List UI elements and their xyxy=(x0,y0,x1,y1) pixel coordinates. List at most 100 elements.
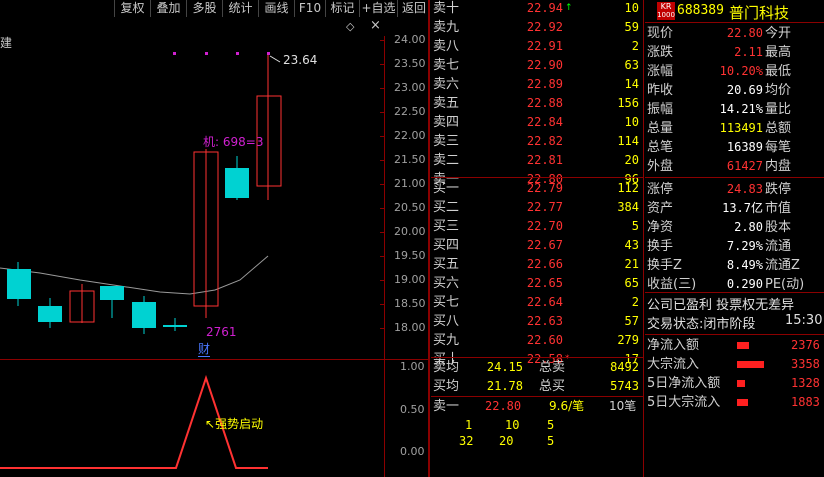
quote-info-row: 总量 113491 总额 xyxy=(645,119,824,138)
kline-candle xyxy=(38,306,62,322)
level-volume: 57 xyxy=(624,314,639,328)
price-tick-label: 19.50 xyxy=(394,249,426,262)
level-price: 22.81 xyxy=(526,153,563,167)
order-book-row[interactable]: 卖八 22.91 2 xyxy=(431,37,644,56)
kline-candle xyxy=(7,269,31,299)
info-value: 2.11 xyxy=(734,45,763,59)
order-book-row[interactable]: 卖三 22.82 114 xyxy=(431,132,644,151)
tick-count: 32 xyxy=(459,434,474,448)
level-volume: 2 xyxy=(631,39,639,53)
level-volume: 156 xyxy=(617,96,639,110)
indicator-svg xyxy=(0,374,268,469)
info-label: 昨收 xyxy=(647,83,674,98)
order-summary-row: 卖均 24.15 总卖 8492 xyxy=(431,358,644,377)
level-volume: 59 xyxy=(624,20,639,34)
add-favorite-button[interactable]: +自选 xyxy=(359,0,397,17)
order-book-row[interactable]: 卖二 22.81 20 xyxy=(431,151,644,170)
stock-badge: KR 1000 xyxy=(657,2,675,20)
flow-label: 净流入额 xyxy=(647,338,700,353)
quote-info-row: 涨跌 2.11 最高 xyxy=(645,43,824,62)
flow-label: 5日净流入额 xyxy=(647,376,721,391)
level-price: 22.84 xyxy=(526,115,563,129)
quote-info-row: 换手Z 8.49% 流通Z xyxy=(645,256,824,275)
level-volume: 10 xyxy=(624,115,639,129)
order-book-row[interactable]: 卖四 22.84 10 xyxy=(431,113,644,132)
info-value: 20.69 xyxy=(726,83,763,97)
draw-line-button[interactable]: 画线 xyxy=(258,0,294,17)
info-label: 外盘 xyxy=(647,159,674,174)
price-tick-label: 23.00 xyxy=(394,81,426,94)
flow-bar xyxy=(737,342,749,349)
quote-info-row: 外盘 61427 内盘 xyxy=(645,157,824,176)
flow-label: 大宗流入 xyxy=(647,357,700,372)
order-book-row[interactable]: 买九 22.60 279 xyxy=(431,331,644,350)
level-label: 买六 xyxy=(433,276,460,291)
level-volume: 20 xyxy=(624,153,639,167)
flow-bar xyxy=(737,361,764,368)
level-volume: 14 xyxy=(624,77,639,91)
profit-note: 公司已盈利 投票权无差异 xyxy=(647,298,795,313)
statistics-button[interactable]: 统计 xyxy=(222,0,258,17)
order-book-row[interactable]: 买五 22.66 21 xyxy=(431,255,644,274)
indicator-tick-label: 0.50 xyxy=(400,403,425,416)
kline-chart-area: 建 ◇ × 24.00 23.50 23.00 22.50 22.00 21.50 21.0… xyxy=(0,0,430,477)
last-trade-label: 卖一 xyxy=(433,399,460,414)
price-tick-label: 23.50 xyxy=(394,57,426,70)
order-book-row[interactable]: 卖六 22.89 14 xyxy=(431,75,644,94)
order-book-row[interactable]: 卖五 22.88 156 xyxy=(431,94,644,113)
level-price: 22.94 xyxy=(526,1,563,15)
summary-label2: 总买 xyxy=(539,379,566,394)
flow-value: 2376 xyxy=(791,338,820,352)
quote-info-row: 换手 7.29% 流通 xyxy=(645,237,824,256)
order-book-row[interactable]: 买六 22.65 65 xyxy=(431,274,644,293)
tick-count: 5 xyxy=(547,434,555,448)
level-volume: 2 xyxy=(631,295,639,309)
back-button[interactable]: 返回 xyxy=(397,0,430,17)
quote-info-row: 现价 22.80 今开 xyxy=(645,24,824,43)
info-label-2: 今开 xyxy=(765,26,792,41)
price-tick-label: 21.50 xyxy=(394,153,426,166)
price-tick-label: 20.50 xyxy=(394,201,426,214)
order-book-row[interactable]: 卖七 22.90 63 xyxy=(431,56,644,75)
level-label: 买二 xyxy=(433,200,460,215)
quote-info-row: 资产 13.7亿 市值 xyxy=(645,199,824,218)
order-book-row[interactable]: 买二 22.77 384 xyxy=(431,198,644,217)
restore-rights-button[interactable]: 复权 xyxy=(114,0,150,17)
order-book-row[interactable]: 买三 22.70 5 xyxy=(431,217,644,236)
level-label: 卖六 xyxy=(433,77,460,92)
financial-report-tag[interactable]: 财 xyxy=(198,342,211,357)
info-value: 2.80 xyxy=(734,220,763,234)
order-book-row[interactable]: 卖九 22.92 59 xyxy=(431,18,644,37)
kline-svg xyxy=(0,52,282,334)
indicator-note-text: 强势启动 xyxy=(215,417,264,431)
order-book-row[interactable]: 卖十 22.94 ↑ 10 xyxy=(431,0,644,18)
level-volume: 65 xyxy=(624,276,639,290)
order-book-row[interactable]: 买八 22.63 57 xyxy=(431,312,644,331)
flow-bar xyxy=(737,380,745,387)
info-label-2: 每笔 xyxy=(765,140,792,155)
level-price: 22.66 xyxy=(526,257,563,271)
info-value: 7.29% xyxy=(726,239,763,253)
info-label-2: 流通 xyxy=(765,239,792,254)
flow-label: 5日大宗流入 xyxy=(647,395,721,410)
level-label: 买一 xyxy=(433,181,460,196)
order-book-row[interactable]: 买四 22.67 43 xyxy=(431,236,644,255)
order-book-row[interactable]: 买一 22.79 112 xyxy=(431,179,644,198)
tick-count: 1 xyxy=(465,418,473,432)
level-volume: 63 xyxy=(624,58,639,72)
mark-button[interactable]: 标记 xyxy=(325,0,359,17)
order-book-row[interactable]: 买七 22.64 2 xyxy=(431,293,644,312)
level-label: 买七 xyxy=(433,295,460,310)
summary-price: 21.78 xyxy=(486,379,523,393)
level-price: 22.64 xyxy=(526,295,563,309)
moving-average-line xyxy=(0,255,269,295)
fund-flow-row: 5日净流入额 1328 xyxy=(645,374,824,393)
level-label: 买五 xyxy=(433,257,460,272)
level-mark: ↑ xyxy=(565,3,573,13)
overlay-button[interactable]: 叠加 xyxy=(150,0,186,17)
order-summary-row: 买均 21.78 总买 5743 xyxy=(431,377,644,396)
level-price: 22.63 xyxy=(526,314,563,328)
info-label-2: 内盘 xyxy=(765,159,792,174)
multi-stock-button[interactable]: 多股 xyxy=(186,0,222,17)
f10-button[interactable]: F10 xyxy=(294,0,325,17)
